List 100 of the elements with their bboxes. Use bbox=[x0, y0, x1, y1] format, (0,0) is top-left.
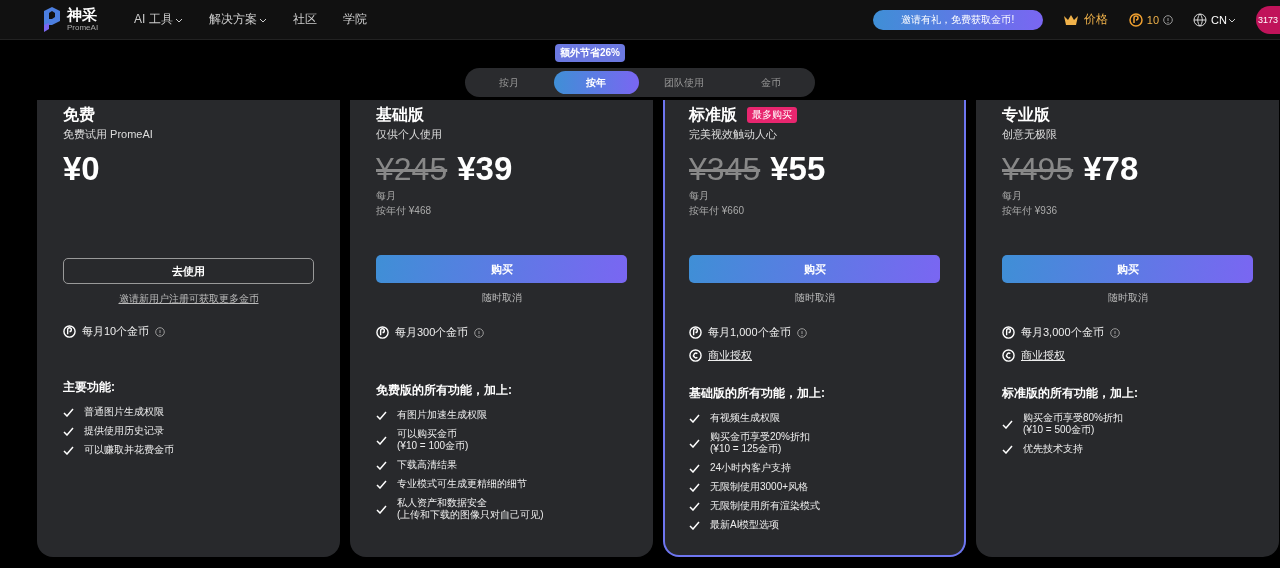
yearly-price: 按年付 ¥660 bbox=[689, 204, 746, 218]
check-icon bbox=[689, 501, 700, 511]
feature-text: 购买金币享受80%折扣 (¥10 = 500金币) bbox=[1023, 412, 1123, 436]
plan-price: ¥78 bbox=[1083, 150, 1139, 188]
feature-text: 提供使用历史记录 bbox=[84, 425, 164, 437]
check-icon bbox=[376, 435, 387, 445]
info-icon bbox=[796, 327, 807, 338]
billing-tab[interactable]: 按月 bbox=[467, 71, 552, 94]
price-period: 每月 bbox=[689, 189, 710, 203]
copyright-icon bbox=[1002, 349, 1015, 362]
price-period: 每月 bbox=[376, 189, 397, 203]
billing-tab[interactable]: 团队使用 bbox=[641, 71, 726, 94]
info-icon bbox=[1109, 327, 1120, 338]
feature-text: 24小时内客户支持 bbox=[710, 462, 792, 474]
plan-subtitle: 完美视效触动人心 bbox=[689, 127, 778, 142]
help-icon bbox=[1163, 14, 1174, 25]
check-icon bbox=[63, 407, 74, 417]
check-icon bbox=[376, 504, 387, 514]
nav-link[interactable]: 社区 bbox=[292, 11, 317, 28]
crown-icon bbox=[1062, 13, 1079, 26]
popular-badge: 最多购买 bbox=[747, 107, 797, 123]
plan-button[interactable]: 购买 bbox=[689, 255, 940, 283]
check-icon bbox=[63, 426, 74, 436]
original-price: ¥495 bbox=[1002, 151, 1074, 188]
check-icon bbox=[689, 438, 700, 448]
nav-link[interactable]: AI 工具 bbox=[134, 11, 183, 28]
features-title: 主要功能: bbox=[63, 379, 116, 396]
info-icon bbox=[155, 326, 166, 337]
globe-icon bbox=[1193, 12, 1208, 27]
monthly-coins: 每月10个金币 bbox=[82, 324, 150, 339]
info-icon bbox=[474, 327, 485, 338]
monthly-coins: 每月1,000个金币 bbox=[708, 325, 791, 340]
feature-text: 有视频生成权限 bbox=[710, 412, 780, 424]
copyright-icon bbox=[689, 349, 702, 362]
plan-name: 专业版 bbox=[1002, 104, 1050, 125]
monthly-coins: 每月300个金币 bbox=[395, 325, 469, 340]
feature-text: 无限制使用所有渲染模式 bbox=[710, 500, 820, 512]
yearly-price: 按年付 ¥936 bbox=[1002, 204, 1059, 218]
brand-name: 神采 bbox=[67, 7, 98, 22]
feature-text: 有图片加速生成权限 bbox=[397, 409, 487, 421]
license-link[interactable]: 商业授权 bbox=[708, 348, 752, 363]
billing-tab[interactable]: 金币 bbox=[728, 71, 813, 94]
plan-subtitle: 免费试用 PromeAI bbox=[63, 127, 154, 142]
plan-name: 标准版 bbox=[689, 104, 737, 125]
plan-button[interactable]: 购买 bbox=[376, 255, 627, 283]
check-icon bbox=[1002, 419, 1013, 429]
plan-price: ¥39 bbox=[457, 150, 513, 188]
features-title: 基础版的所有功能，加上: bbox=[689, 385, 826, 402]
plan-subtitle: 仅供个人使用 bbox=[376, 127, 443, 142]
cancel-anytime-text: 随时取消 bbox=[794, 291, 835, 305]
check-icon bbox=[376, 410, 387, 420]
invite-button[interactable]: 邀请有礼，免费获取金币! bbox=[872, 9, 1043, 30]
original-price: ¥345 bbox=[689, 151, 761, 188]
plan-subtitle: 创意无极限 bbox=[1002, 127, 1058, 142]
feature-text: 购买金币享受20%折扣 (¥10 = 125金币) bbox=[710, 431, 810, 455]
logo-icon bbox=[42, 6, 62, 33]
nav-link[interactable]: 学院 bbox=[342, 11, 367, 28]
feature-text: 无限制使用3000+风格 bbox=[710, 481, 809, 493]
plan-name: 基础版 bbox=[376, 104, 424, 125]
coin-icon bbox=[376, 326, 389, 339]
feature-text: 普通图片生成权限 bbox=[84, 406, 164, 418]
pricing-link[interactable]: 价格 bbox=[1083, 11, 1108, 28]
feature-text: 下载高清结果 bbox=[397, 459, 457, 471]
plan-price: ¥0 bbox=[63, 150, 100, 188]
feature-text: 可以购买金币 (¥10 = 100金币) bbox=[397, 428, 469, 452]
feature-text: 最新AI模型选项 bbox=[710, 519, 780, 531]
check-icon bbox=[689, 413, 700, 423]
price-period: 每月 bbox=[1002, 189, 1023, 203]
avatar[interactable]: 3173 bbox=[1256, 5, 1280, 34]
original-price: ¥245 bbox=[376, 151, 448, 188]
invite-link[interactable]: 邀请新用户注册可获取更多金币 bbox=[118, 292, 259, 306]
coin-icon bbox=[1002, 326, 1015, 339]
monthly-coins: 每月3,000个金币 bbox=[1021, 325, 1104, 340]
features-title: 标准版的所有功能，加上: bbox=[1002, 385, 1139, 402]
discount-badge: 额外节省26% bbox=[555, 44, 625, 62]
feature-text: 优先技术支持 bbox=[1023, 443, 1083, 455]
check-icon bbox=[689, 482, 700, 492]
cancel-anytime-text: 随时取消 bbox=[1107, 291, 1148, 305]
language-selector[interactable]: CN bbox=[1211, 13, 1236, 26]
nav-link[interactable]: 解决方案 bbox=[208, 11, 267, 28]
yearly-price: 按年付 ¥468 bbox=[376, 204, 433, 218]
plan-button[interactable]: 购买 bbox=[1002, 255, 1253, 283]
check-icon bbox=[376, 479, 387, 489]
cancel-anytime-text: 随时取消 bbox=[481, 291, 522, 305]
feature-text: 私人资产和数据安全 (上传和下载的图像只对自己可见) bbox=[397, 497, 544, 521]
brand-subtitle: PromeAI bbox=[67, 24, 99, 32]
plan-name: 免费 bbox=[63, 104, 95, 125]
billing-tab[interactable]: 按年 bbox=[554, 71, 639, 94]
check-icon bbox=[689, 463, 700, 473]
license-link[interactable]: 商业授权 bbox=[1021, 348, 1065, 363]
coin-icon bbox=[1128, 12, 1143, 27]
check-icon bbox=[1002, 444, 1013, 454]
check-icon bbox=[689, 520, 700, 530]
check-icon bbox=[376, 460, 387, 470]
coin-icon bbox=[63, 325, 76, 338]
coin-count: 10 bbox=[1146, 13, 1160, 26]
coin-icon bbox=[689, 326, 702, 339]
feature-text: 专业模式可生成更精细的细节 bbox=[397, 478, 527, 490]
plan-button[interactable]: 去使用 bbox=[63, 258, 314, 284]
check-icon bbox=[63, 445, 74, 455]
